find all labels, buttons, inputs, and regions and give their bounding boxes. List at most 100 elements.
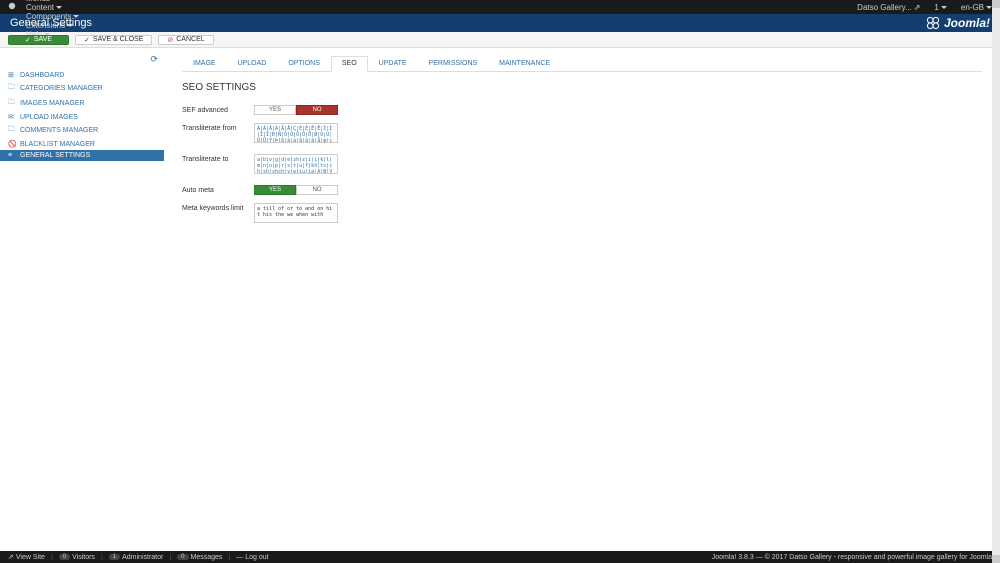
sidebar-item-label: BLACKLIST MANAGER [20, 141, 95, 148]
toggle-no[interactable]: NO [296, 185, 338, 195]
chevron-down-icon [941, 6, 947, 9]
joomla-mark-icon [926, 16, 940, 30]
sidebar-item-blacklist-manager[interactable]: 🚫 BLACKLIST MANAGER [0, 138, 164, 150]
chevron-down-icon [56, 6, 62, 9]
textarea-meta-keywords-limit[interactable] [254, 203, 338, 223]
sidebar-item-general-settings[interactable]: ≡GENERAL SETTINGS [0, 150, 164, 161]
save-button[interactable]: ✓ SAVE [8, 35, 69, 45]
footer-messages[interactable]: 0 Messages [177, 554, 222, 561]
sidebar-icon: 🚫 [8, 140, 16, 148]
footer-view-site[interactable]: ⇗ View Site [8, 553, 45, 561]
label-auto-meta: Auto meta [182, 185, 254, 194]
user-menu[interactable]: 1 [930, 3, 950, 12]
scroll-arrow-down[interactable] [992, 555, 1000, 563]
tab-maintenance[interactable]: MAINTENANCE [488, 56, 561, 71]
tab-permissions[interactable]: PERMISSIONS [418, 56, 489, 71]
footer-left: ⇗ View Site | 0 Visitors | 1 Administrat… [8, 553, 269, 561]
footer-logout[interactable]: — Log out [236, 554, 268, 561]
sidebar: ⟳ ⊞ DASHBOARD 🗀 CATEGORIES MANAGER 🗀 IMAGES M… [0, 48, 164, 551]
page-title: General Settings [10, 17, 92, 29]
label-translit-to: Transliterate to [182, 154, 254, 163]
row-meta-keywords-limit: Meta keywords limit [182, 203, 982, 226]
logout-label: Log out [245, 554, 268, 561]
cancel-icon: ⊘ [167, 36, 173, 44]
sidebar-item-comments-manager[interactable]: 🗀 COMMENTS MANAGER [0, 123, 164, 138]
footer-admin[interactable]: 1 Administrator [109, 554, 164, 561]
label-meta-keywords-limit: Meta keywords limit [182, 203, 254, 212]
row-auto-meta: Auto meta YES NO [182, 185, 982, 195]
toggle-yes[interactable]: YES [254, 105, 296, 115]
visitors-count: 0 [59, 554, 70, 560]
scroll-arrow-up[interactable] [992, 0, 1000, 8]
lang-label: en-GB [961, 3, 984, 12]
sidebar-icon: 🗀 [8, 83, 16, 94]
sidebar-icon: 🗀 [8, 125, 16, 136]
user-count: 1 [934, 3, 938, 12]
messages-label: Messages [191, 554, 223, 561]
toggle-sef-advanced[interactable]: YES NO [254, 105, 338, 115]
textarea-translit-from[interactable] [254, 123, 338, 143]
sidebar-item-label: COMMENTS MANAGER [20, 127, 98, 134]
tab-seo[interactable]: SEO [331, 56, 368, 72]
check-icon: ✓ [84, 36, 90, 44]
row-sef-advanced: SEF advanced YES NO [182, 105, 982, 115]
label-sef-advanced: SEF advanced [182, 105, 254, 114]
tab-options[interactable]: OPTIONS [277, 56, 331, 71]
sidebar-refresh[interactable]: ⟳ [0, 54, 164, 65]
sidebar-item-label: UPLOAD IMAGES [20, 114, 78, 121]
sidebar-item-label: DASHBOARD [20, 72, 64, 79]
main-layout: ⟳ ⊞ DASHBOARD 🗀 CATEGORIES MANAGER 🗀 IMAGES M… [0, 48, 1000, 551]
top-menu-right: Datso Gallery... ⇗ 1 en-GB [853, 3, 996, 12]
admin-count: 1 [109, 554, 120, 560]
footer-visitors[interactable]: 0 Visitors [59, 554, 95, 561]
sidebar-item-label: IMAGES MANAGER [20, 100, 85, 107]
external-icon: ⇗ [914, 3, 921, 12]
messages-count: 0 [177, 554, 188, 560]
toggle-yes[interactable]: YES [254, 185, 296, 195]
sidebar-icon: 🗀 [8, 98, 16, 109]
label-translit-from: Transliterate from [182, 123, 254, 132]
sidebar-item-images-manager[interactable]: 🗀 IMAGES MANAGER [0, 96, 164, 111]
footer-divider: | [169, 554, 171, 561]
header-bar: General Settings Joomla! [0, 14, 1000, 32]
save-close-label: SAVE & CLOSE [93, 36, 143, 43]
toggle-auto-meta[interactable]: YES NO [254, 185, 338, 195]
textarea-translit-to[interactable] [254, 154, 338, 174]
toolbar: ✓ SAVE ✓ SAVE & CLOSE ⊘ CANCEL [0, 32, 1000, 48]
cancel-label: CANCEL [176, 36, 204, 43]
sidebar-item-upload-images[interactable]: ✉UPLOAD IMAGES [0, 111, 164, 123]
joomla-logo: Joomla! [926, 16, 990, 30]
vertical-scrollbar[interactable] [992, 0, 1000, 563]
gallery-link[interactable]: Datso Gallery... ⇗ [853, 3, 924, 12]
section-title: SEO SETTINGS [182, 82, 982, 93]
sidebar-icon: ⊞ [8, 71, 16, 79]
joomla-icon[interactable] [4, 2, 20, 12]
menu-content[interactable]: Content [22, 3, 83, 12]
row-translit-from: Transliterate from [182, 123, 982, 146]
external-icon: ⇗ [8, 553, 14, 561]
footer-divider: | [51, 554, 53, 561]
footer-bar: ⇗ View Site | 0 Visitors | 1 Administrat… [0, 551, 1000, 563]
logout-icon: — [236, 554, 243, 561]
toggle-no[interactable]: NO [296, 105, 338, 115]
check-icon: ✓ [25, 36, 31, 44]
joomla-logo-text: Joomla! [944, 16, 990, 30]
top-menu-bar: SystemUsersMenusContentComponentsExtensi… [0, 0, 1000, 14]
sidebar-item-dashboard[interactable]: ⊞ DASHBOARD [0, 69, 164, 81]
cancel-button[interactable]: ⊘ CANCEL [158, 35, 213, 45]
sidebar-item-label: CATEGORIES MANAGER [20, 85, 103, 92]
menu-label: Content [26, 3, 54, 12]
content-area: IMAGEUPLOADOPTIONSSEOUPDATEPERMISSIONSMA… [164, 48, 1000, 551]
tab-update[interactable]: UPDATE [368, 56, 418, 71]
lang-menu[interactable]: en-GB [957, 3, 996, 12]
sidebar-item-label: GENERAL SETTINGS [20, 152, 90, 159]
save-label: SAVE [34, 36, 52, 43]
sidebar-item-categories-manager[interactable]: 🗀 CATEGORIES MANAGER [0, 81, 164, 96]
save-close-button[interactable]: ✓ SAVE & CLOSE [75, 35, 152, 45]
tabs: IMAGEUPLOADOPTIONSSEOUPDATEPERMISSIONSMA… [182, 56, 982, 72]
tab-image[interactable]: IMAGE [182, 56, 227, 71]
footer-right: Joomla! 3.8.3 — © 2017 Datso Gallery - r… [712, 554, 992, 561]
footer-divider: | [228, 554, 230, 561]
tab-upload[interactable]: UPLOAD [227, 56, 278, 71]
view-site-label: View Site [16, 554, 45, 561]
